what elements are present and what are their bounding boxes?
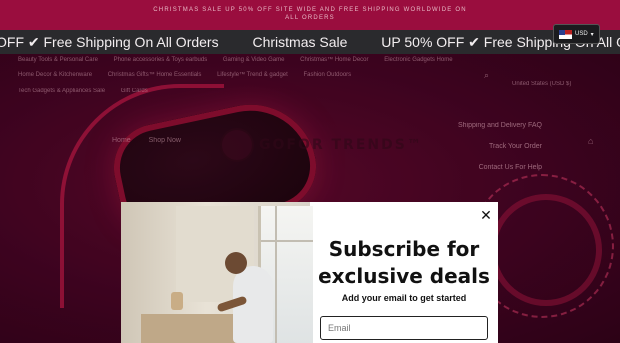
chevron-down-icon: ▾ [590, 31, 594, 38]
promo-marquee: OFF ✔ Free Shipping On All Orders Christ… [0, 30, 620, 54]
us-flag-icon [559, 29, 572, 39]
announcement-line-1: CHRISTMAS SALE UP 50% OFF SITE WIDE AND … [153, 7, 467, 13]
marquee-item: OFF ✔ Free Shipping On All Orders [0, 34, 219, 50]
photo-person-head [225, 252, 247, 274]
email-field[interactable] [320, 316, 488, 340]
modal-subtitle: Add your email to get started [341, 293, 467, 303]
modal-title: Subscribe for exclusive deals [318, 237, 490, 288]
announcement-line-2: ALL ORDERS [285, 15, 335, 21]
marquee-item: Christmas Sale [252, 34, 348, 50]
newsletter-modal: ✕ Subscribe for exclusive deals Add your… [121, 202, 498, 343]
currency-selector[interactable]: USD ▾ [553, 24, 600, 44]
announcement-bar: CHRISTMAS SALE UP 50% OFF SITE WIDE AND … [0, 0, 620, 30]
currency-code: USD [575, 31, 588, 37]
modal-photo [121, 202, 313, 343]
close-icon[interactable]: ✕ [479, 208, 493, 222]
photo-lamp [171, 292, 183, 310]
